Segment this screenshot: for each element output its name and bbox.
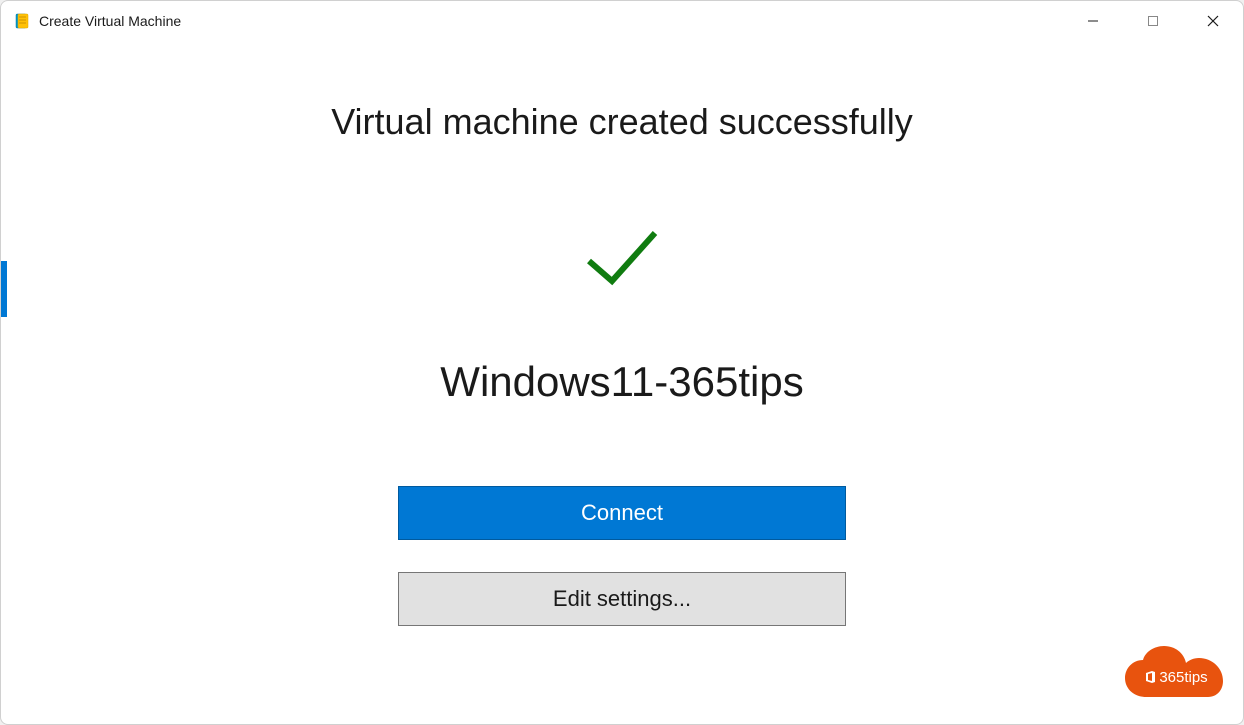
- watermark-badge: 365tips: [1121, 642, 1231, 712]
- success-heading: Virtual machine created successfully: [331, 101, 913, 143]
- window-controls: [1063, 1, 1243, 41]
- office-icon: [1144, 670, 1157, 684]
- dialog-content: Virtual machine created successfully Win…: [1, 41, 1243, 724]
- watermark-text: 365tips: [1144, 669, 1207, 686]
- titlebar: Create Virtual Machine: [1, 1, 1243, 41]
- titlebar-left: Create Virtual Machine: [13, 12, 181, 30]
- minimize-button[interactable]: [1063, 1, 1123, 41]
- dialog-window: Create Virtual Machine Virt: [0, 0, 1244, 725]
- edit-settings-button[interactable]: Edit settings...: [398, 572, 846, 626]
- checkmark-icon: [577, 223, 667, 298]
- vm-name-label: Windows11-365tips: [440, 358, 803, 406]
- connect-button[interactable]: Connect: [398, 486, 846, 540]
- window-title: Create Virtual Machine: [39, 13, 181, 29]
- maximize-button[interactable]: [1123, 1, 1183, 41]
- maximize-icon: [1147, 15, 1159, 27]
- minimize-icon: [1087, 15, 1099, 27]
- button-group: Connect Edit settings...: [398, 486, 846, 626]
- close-button[interactable]: [1183, 1, 1243, 41]
- left-accent-bar: [1, 261, 7, 317]
- close-icon: [1207, 15, 1219, 27]
- app-icon: [13, 12, 31, 30]
